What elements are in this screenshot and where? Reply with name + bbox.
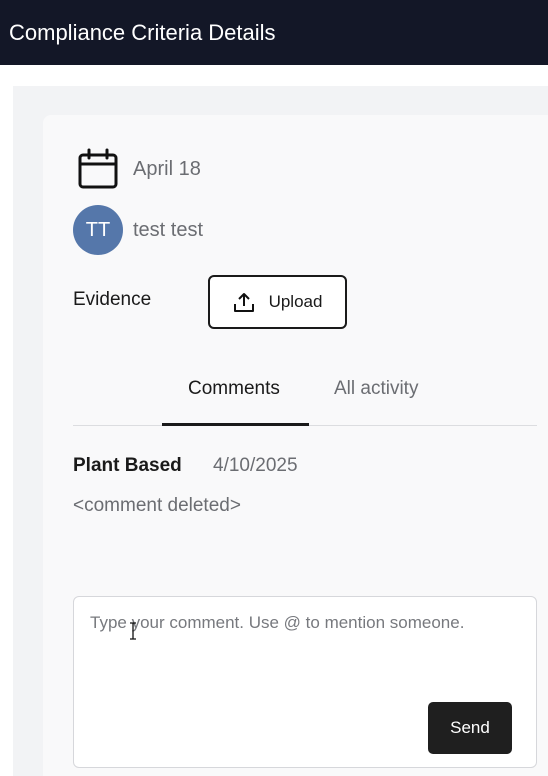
- calendar-icon: [78, 148, 118, 189]
- due-date: April 18: [133, 158, 201, 180]
- avatar: TT: [73, 205, 123, 255]
- upload-label: Upload: [268, 292, 323, 311]
- tab-all-activity[interactable]: All activity: [334, 378, 418, 400]
- date-row: [78, 148, 118, 190]
- comment-date: 4/10/2025: [213, 455, 298, 476]
- page-title: Compliance Criteria Details: [9, 19, 276, 45]
- comment-input[interactable]: [90, 613, 520, 703]
- comment-author: Plant Based: [73, 455, 182, 476]
- comment-body: <comment deleted>: [73, 495, 241, 516]
- tab-comments[interactable]: Comments: [188, 378, 280, 400]
- text-cursor-icon: [130, 622, 136, 640]
- comment-composer: Send: [73, 596, 537, 768]
- avatar-initials: TT: [85, 218, 111, 241]
- active-tab-indicator: [162, 423, 309, 426]
- send-button[interactable]: Send: [428, 702, 512, 754]
- upload-button[interactable]: Upload: [208, 275, 347, 329]
- assignee-name: test test: [133, 219, 204, 241]
- upload-icon: [233, 293, 254, 312]
- evidence-label: Evidence: [73, 289, 152, 310]
- page-header: Compliance Criteria Details: [0, 0, 548, 65]
